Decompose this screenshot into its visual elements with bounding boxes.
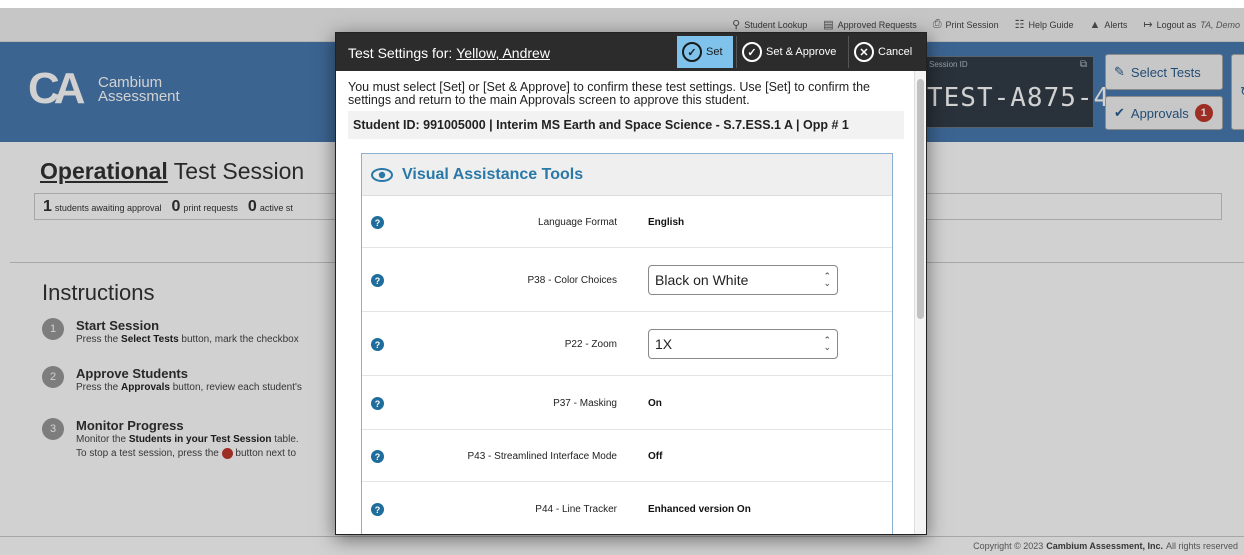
setting-label: P43 - Streamlined Interface Mode [467,451,617,462]
setting-label: P38 - Color Choices [527,275,617,286]
student-name-link[interactable]: Yellow, Andrew [456,45,550,61]
setting-value: Off [648,451,663,462]
help-icon[interactable]: ? [371,338,384,351]
setting-label: P22 - Zoom [564,339,617,350]
app-window: ⚲ Student Lookup ▤ Approved Requests ⎙ Prin… [0,0,1244,555]
help-icon[interactable]: ? [371,216,384,229]
color-choices-select[interactable]: Black on White ⌃ ⌄ [648,265,838,295]
dialog-body: You must select [Set] or [Set & Approve]… [336,71,914,534]
visual-assistance-panel: Visual Assistance Tools ? Language Forma… [361,153,893,534]
help-icon[interactable]: ? [371,503,384,516]
set-and-approve-button[interactable]: ✓ Set & Approve [736,36,846,68]
check-circle-icon: ✓ [742,42,762,62]
dialog-header: Test Settings for: Yellow, Andrew ✓ Set ✓ S… [336,33,926,71]
setting-row: ? P43 - Streamlined Interface Mode Off [362,430,892,482]
panel-header: Visual Assistance Tools [362,154,892,196]
chevron-updown-icon: ⌃ ⌄ [823,271,831,288]
close-circle-icon: ✕ [854,42,874,62]
setting-row: ? P22 - Zoom 1X ⌃ ⌄ [362,312,892,376]
panel-title: Visual Assistance Tools [402,165,584,183]
setting-label: P37 - Masking [553,398,617,409]
help-icon[interactable]: ? [371,274,384,287]
setting-value: On [648,398,662,409]
help-icon[interactable]: ? [371,397,384,410]
check-circle-icon: ✓ [682,42,702,62]
help-icon[interactable]: ? [371,450,384,463]
setting-row: ? P44 - Line Tracker Enhanced version On [362,482,892,534]
set-button[interactable]: ✓ Set [677,36,733,68]
dialog-instructions: You must select [Set] or [Set & Approve]… [348,80,871,107]
setting-row: ? P37 - Masking On [362,376,892,430]
dialog-title: Test Settings for: Yellow, Andrew [348,45,550,61]
setting-label: P44 - Line Tracker [535,504,617,515]
dialog-scrollbar[interactable] [914,71,926,534]
cancel-button[interactable]: ✕ Cancel [848,36,926,68]
setting-label: Language Format [538,217,617,228]
chevron-updown-icon: ⌃ ⌄ [823,335,831,352]
test-settings-dialog: Test Settings for: Yellow, Andrew ✓ Set ✓ S… [335,32,927,535]
student-info-line: Student ID: 991005000 | Interim MS Earth… [348,111,904,139]
setting-value: Enhanced version On [648,504,751,515]
setting-value: English [648,217,685,228]
setting-row: ? P38 - Color Choices Black on White ⌃ ⌄ [362,248,892,312]
scrollbar-thumb[interactable] [917,79,924,319]
eye-icon [370,167,394,182]
setting-row: ? Language Format English [362,196,892,248]
zoom-select[interactable]: 1X ⌃ ⌄ [648,329,838,359]
